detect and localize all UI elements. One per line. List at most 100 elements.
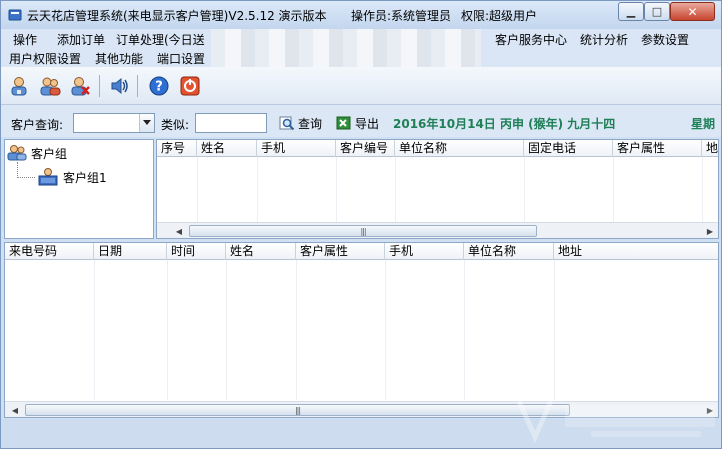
grid-line [385,260,386,400]
weekday-display: 星期 [691,117,716,131]
chevron-down-icon[interactable] [139,114,154,132]
grid-line [336,157,337,222]
permission-label: 权限:超级用户 [461,9,538,23]
window-title: 云天花店管理系统(来电显示客户管理)V2.5.12 演示版本 [27,9,327,23]
toolbar-user-button[interactable] [6,73,32,99]
column-header[interactable]: 姓名 [226,243,296,260]
toolbar-separator [99,75,100,97]
column-header[interactable]: 姓名 [197,140,257,157]
grid-line [296,260,297,400]
close-icon: ✕ [687,4,698,19]
obscured-region [211,29,481,69]
maximize-icon: □ [651,5,663,18]
watermark-logo [516,399,715,444]
toolbar-help-button[interactable]: ? [146,73,172,99]
query-button-label: 查询 [298,116,323,131]
toolbar: ? [1,67,721,105]
column-header[interactable]: 客户属性 [613,140,702,157]
column-header[interactable]: 手机 [257,140,336,157]
grid-line [226,260,227,400]
tree-connector [17,177,35,178]
export-button-label: 导出 [355,116,380,131]
tree-connector [17,162,18,178]
customer-query-select[interactable] [73,113,155,133]
grid-line [524,157,525,222]
menu-operation[interactable]: 操作 [11,31,39,48]
grid-line [257,157,258,222]
users-icon [40,77,61,96]
minimize-icon: ▁ [626,5,636,18]
similar-input[interactable] [195,113,267,133]
excel-export-icon [336,116,351,130]
grid-line [464,260,465,400]
similar-label: 类似: [161,118,190,132]
grid-line [395,157,396,222]
column-header[interactable]: 地 [702,140,718,157]
user-delete-icon [71,77,90,96]
scroll-left-arrow-icon[interactable]: ◀ [171,223,187,238]
column-header[interactable]: 日期 [94,243,167,260]
minimize-button[interactable]: ▁ [618,2,644,21]
column-header[interactable]: 手机 [385,243,464,260]
search-row: 客户查询: 类似: 查询 导出 2016年10月14日 丙申 (猴年) 九月十四… [1,105,721,137]
menu-add-order[interactable]: 添加订单 [55,31,107,48]
svg-text:?: ? [155,80,163,95]
toolbar-users-button[interactable] [37,73,63,99]
search-icon [279,116,295,131]
column-header[interactable]: 地址 [554,243,718,260]
menu-port-settings[interactable]: 端口设置 [155,50,207,67]
close-button[interactable]: ✕ [670,2,715,21]
date-display: 2016年10月14日 丙申 (猴年) 九月十四 [393,117,616,131]
scroll-thumb[interactable]: ||| [189,225,537,237]
column-header[interactable]: 固定电话 [524,140,613,157]
maximize-button[interactable]: □ [644,2,670,21]
tree-node-root[interactable]: 客户组 [7,144,67,162]
grid-line [167,260,168,400]
customer-group-tree: 客户组 客户组1 [4,139,154,239]
operator-label: 操作员:系统管理员 [351,9,452,23]
customer-query-label: 客户查询: [11,118,64,132]
toolbar-exit-button[interactable] [177,73,203,99]
app-icon [8,9,22,21]
group-folder-icon [38,168,58,186]
tree-group-label: 客户组1 [63,170,107,185]
column-header[interactable]: 序号 [157,140,197,157]
column-header[interactable]: 客户属性 [296,243,385,260]
call-grid-header: 来电号码 日期 时间 姓名 客户属性 手机 单位名称 地址 [5,243,718,260]
customer-grid: 序号 姓名 手机 客户编号 单位名称 固定电话 客户属性 地 ◀ ||| ▶ [156,139,719,239]
speaker-icon [111,77,128,95]
main-window: 云天花店管理系统(来电显示客户管理)V2.5.12 演示版本 操作员:系统管理员… [0,0,722,449]
grid-line [613,157,614,222]
scroll-left-arrow-icon[interactable]: ◀ [7,402,23,417]
toolbar-user-delete-button[interactable] [67,73,93,99]
menu-order-processing[interactable]: 订单处理(今日送 [114,31,207,48]
menu-parameters[interactable]: 参数设置 [639,31,691,48]
exit-icon [180,76,200,96]
grid-line [702,157,703,222]
customer-grid-scrollbar[interactable]: ◀ ||| ▶ [157,222,718,238]
column-header[interactable]: 单位名称 [464,243,554,260]
menu-other-functions[interactable]: 其他功能 [93,50,145,67]
customer-grid-header: 序号 姓名 手机 客户编号 单位名称 固定电话 客户属性 地 [157,140,718,157]
export-button[interactable]: 导出 [336,113,379,133]
menu-statistics[interactable]: 统计分析 [578,31,630,48]
column-header[interactable]: 客户编号 [336,140,395,157]
menu-user-permissions[interactable]: 用户权限设置 [7,50,83,67]
title-bar: 云天花店管理系统(来电显示客户管理)V2.5.12 演示版本 操作员:系统管理员… [1,1,721,29]
tree-root-label: 客户组 [31,146,68,161]
column-header[interactable]: 来电号码 [5,243,94,260]
column-header[interactable]: 单位名称 [395,140,524,157]
toolbar-sound-button[interactable] [106,73,132,99]
scroll-thumb[interactable]: ||| [25,404,570,416]
toolbar-separator [137,75,138,97]
group-icon [7,145,27,161]
help-icon: ? [149,76,169,96]
tree-node-group[interactable]: 客户组1 [37,167,107,187]
grid-line [197,157,198,222]
scroll-right-arrow-icon[interactable]: ▶ [702,223,718,238]
column-header[interactable]: 时间 [167,243,226,260]
menu-customer-service[interactable]: 客户服务中心 [493,31,569,48]
query-button[interactable]: 查询 [279,113,322,133]
grid-line [94,260,95,400]
grid-line [554,260,555,400]
